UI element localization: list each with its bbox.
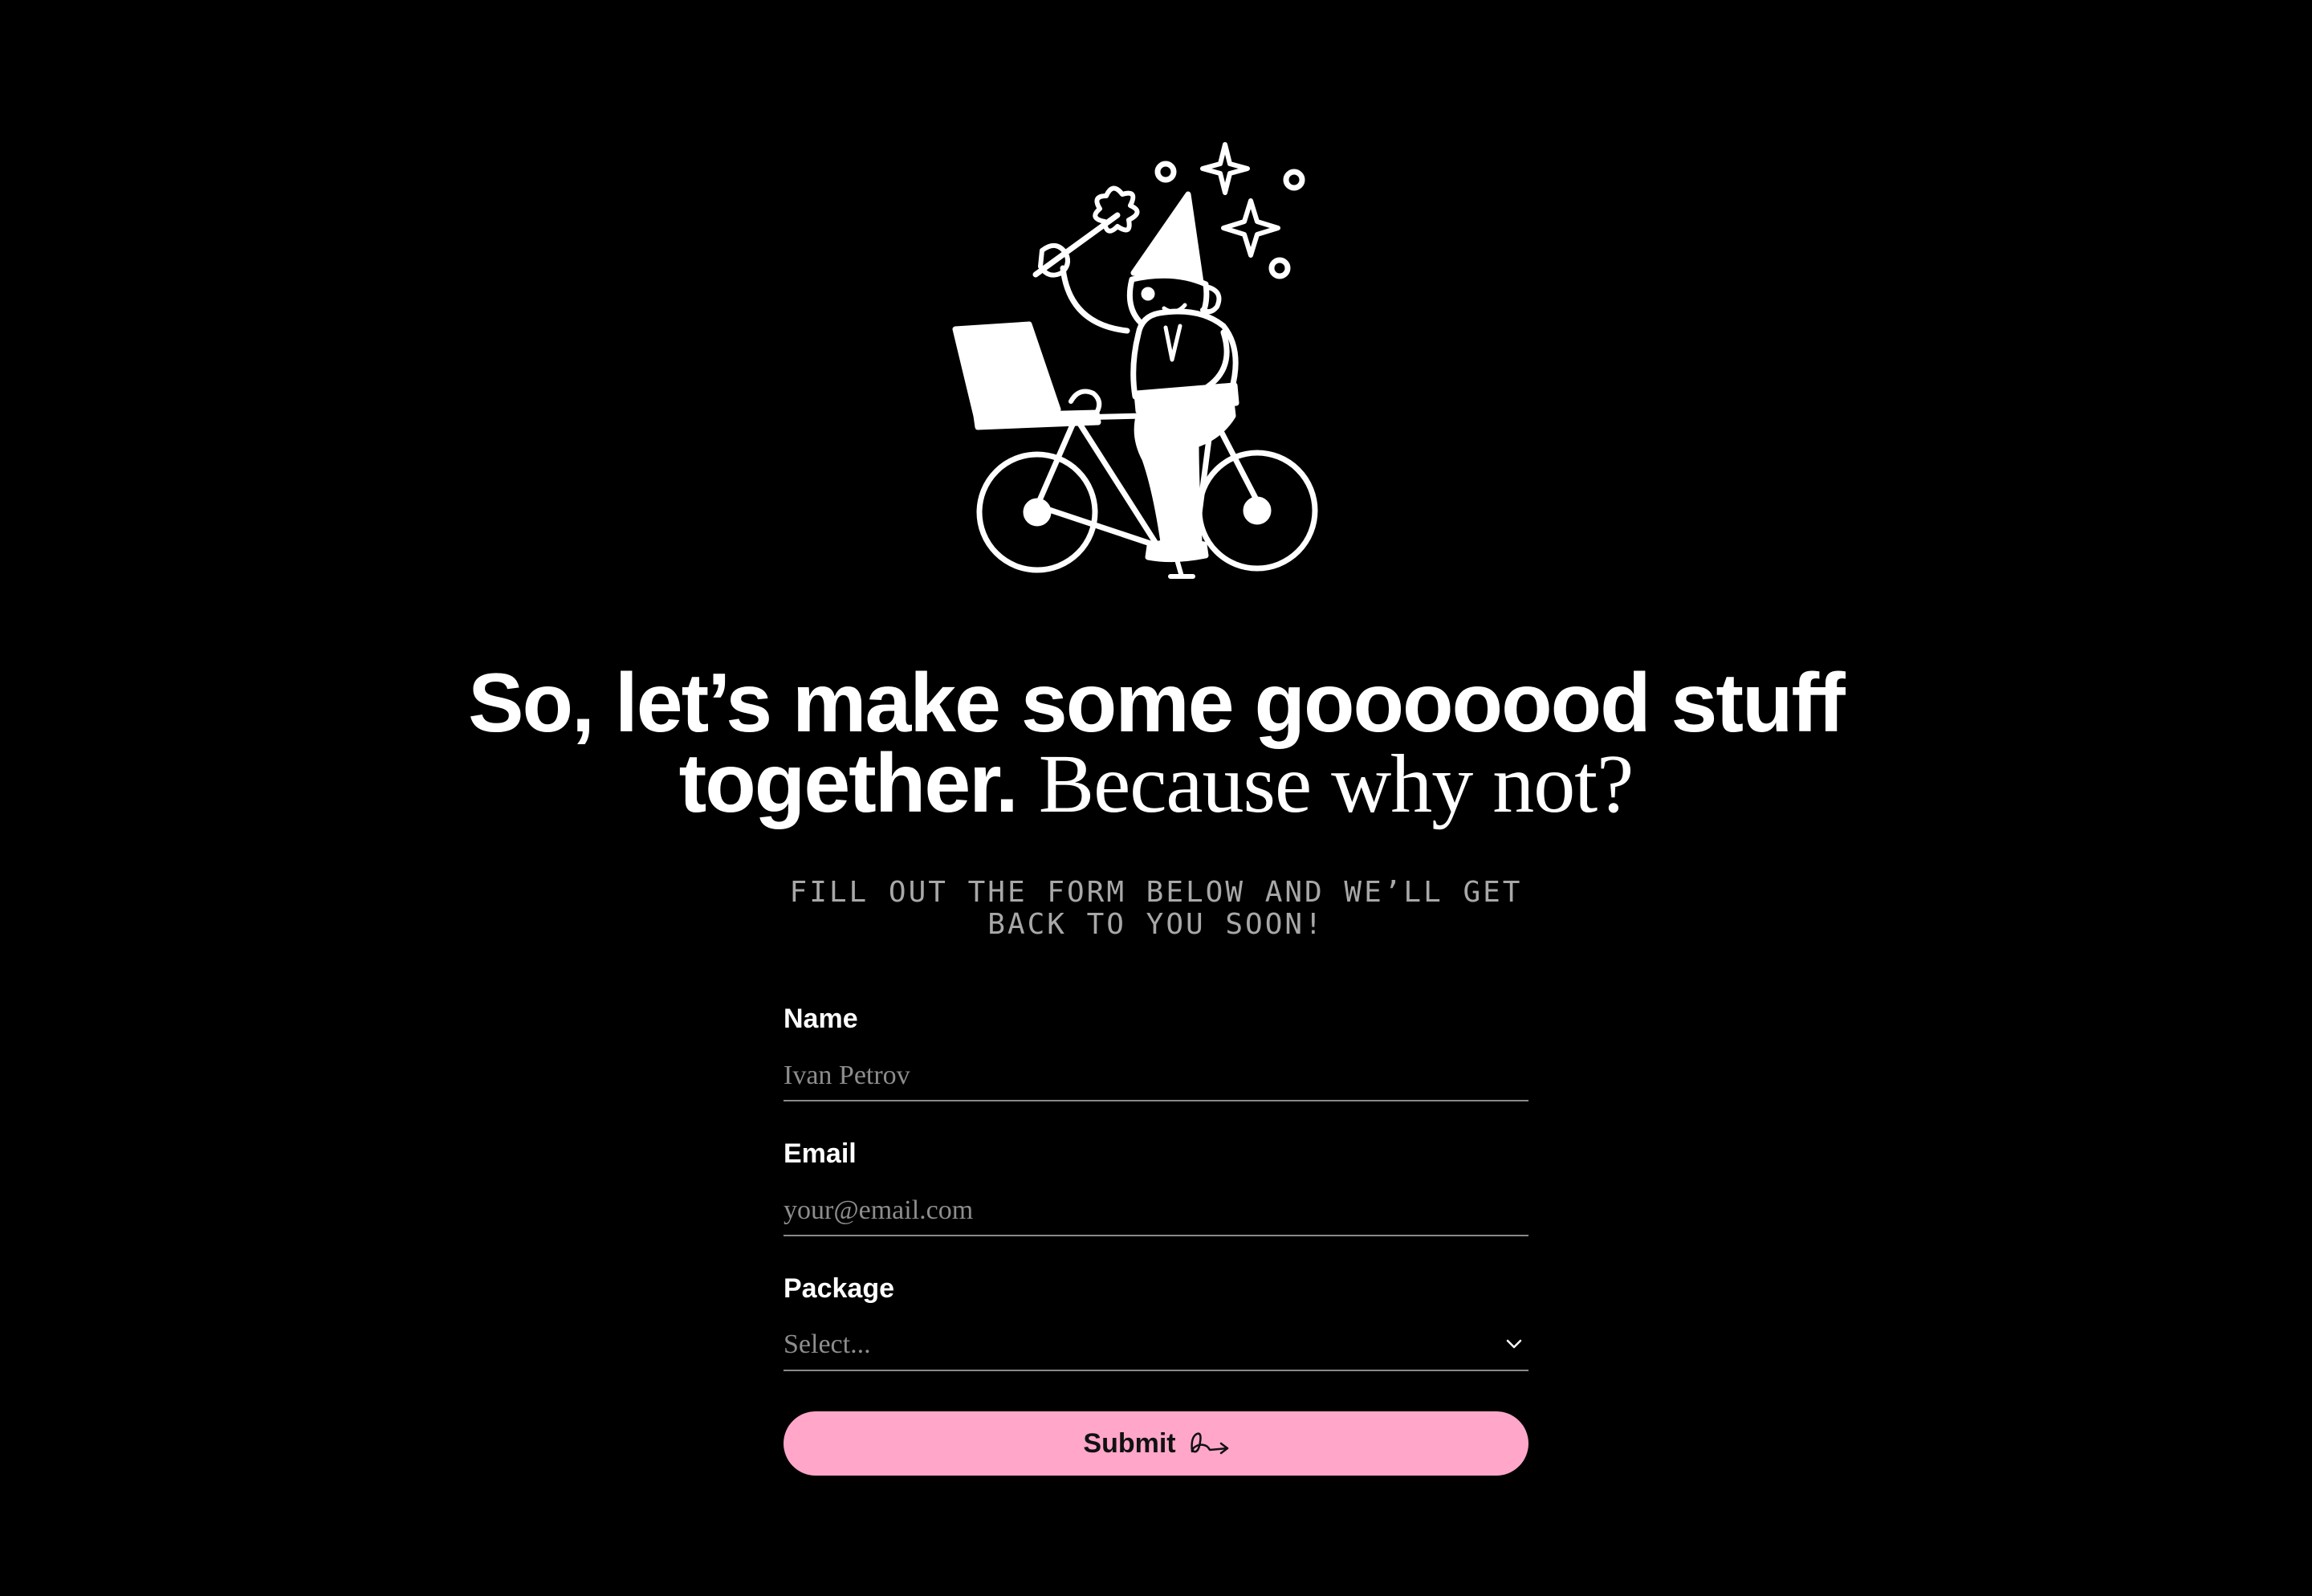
package-field-group: Package Select... — [784, 1273, 1528, 1408]
squiggle-arrow-icon — [1190, 1432, 1228, 1455]
email-label: Email — [784, 1138, 857, 1169]
name-input[interactable] — [784, 1052, 1528, 1101]
package-label: Package — [784, 1273, 894, 1304]
package-select[interactable]: Select... — [784, 1321, 1528, 1371]
form-intro-text: Fill out the form below and we’ll get ba… — [789, 876, 1523, 941]
package-select-value: Select... — [784, 1329, 871, 1359]
email-field-group: Email — [784, 1138, 1528, 1273]
submit-button[interactable]: Submit — [784, 1411, 1528, 1476]
gnome-cyclist-illustration — [952, 142, 1318, 579]
name-field-group: Name — [784, 1004, 1528, 1138]
name-label: Name — [784, 1004, 858, 1034]
chevron-down-icon — [1506, 1339, 1522, 1349]
headline-light-text: Because why not? — [1038, 738, 1634, 830]
email-input[interactable] — [784, 1187, 1528, 1236]
submit-label: Submit — [1083, 1427, 1176, 1459]
page-headline: So, let’s make some gooooood stuff toget… — [353, 662, 1959, 826]
contact-form: Name Email Package Select... Submit — [784, 1004, 1528, 1476]
